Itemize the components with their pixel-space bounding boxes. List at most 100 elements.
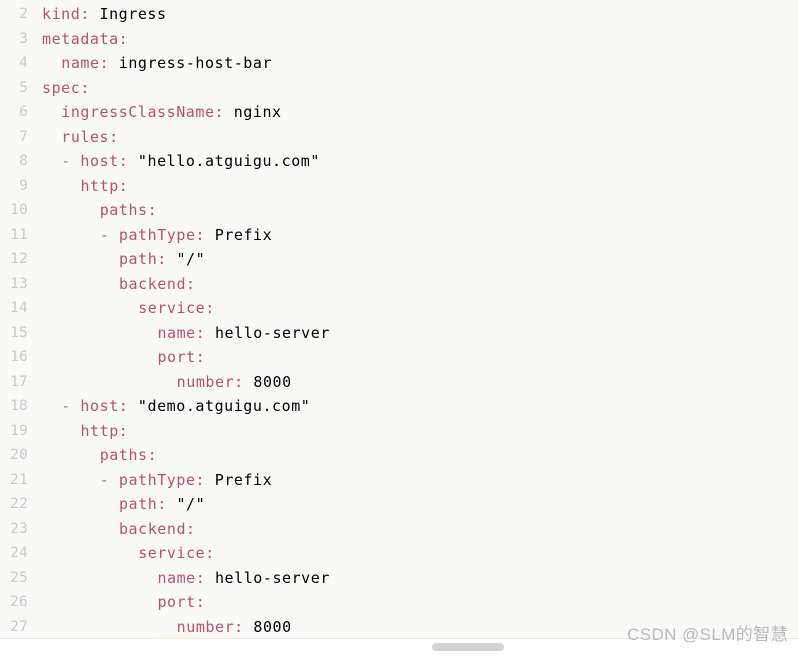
code-line[interactable]: 12 path: "/" — [0, 247, 798, 272]
token-key: name — [61, 54, 100, 72]
code-editor[interactable]: 2 kind: Ingress 3 metadata: 4 name: ingress-h… — [0, 0, 798, 638]
code-line-text: name: hello-server — [157, 566, 330, 591]
token-key: port — [157, 348, 196, 366]
token-key: pathType — [118, 225, 196, 244]
code-line-text: path: "/" — [119, 492, 205, 517]
line-number: 10 — [10, 202, 28, 218]
horizontal-scrollbar-thumb[interactable] — [432, 643, 504, 651]
token-dash: - — [99, 470, 119, 489]
line-number: 18 — [10, 398, 28, 414]
code-line[interactable]: 5 spec: — [0, 76, 798, 101]
code-line[interactable]: 22 path: "/" — [0, 492, 798, 517]
token-value: hello-server — [214, 323, 330, 342]
token-punct: : — [157, 495, 167, 513]
code-line[interactable]: 18 - host: "demo.atguigu.com" — [0, 394, 798, 419]
token-value: Prefix — [214, 470, 273, 489]
token-key: metadata — [42, 29, 119, 48]
code-line[interactable]: 8 - host: "hello.atguigu.com" — [0, 149, 798, 174]
token-punct: : — [147, 201, 158, 219]
token-key: paths — [99, 201, 148, 219]
token-dash: - — [61, 397, 81, 415]
code-line[interactable]: 2 kind: Ingress — [0, 2, 798, 27]
code-line[interactable]: 4 name: ingress-host-bar — [0, 51, 798, 76]
code-line-text: - host: "hello.atguigu.com" — [61, 149, 320, 174]
token-punct: : — [195, 323, 206, 342]
line-number: 5 — [19, 79, 28, 96]
code-line[interactable]: 7 rules: — [0, 125, 798, 150]
token-number: 8000 — [253, 372, 292, 391]
token-value: hello-server — [214, 568, 330, 587]
code-line[interactable]: 6 ingressClassName: nginx — [0, 100, 798, 125]
token-value: nginx — [233, 103, 282, 121]
code-line-text: backend: — [119, 517, 196, 542]
token-punct: : — [118, 29, 129, 48]
code-line-text: service: — [138, 541, 215, 566]
token-key: backend — [118, 519, 187, 538]
code-line-text: http: — [80, 419, 128, 444]
code-line[interactable]: 16 port: — [0, 345, 798, 370]
code-line-text: paths: — [100, 198, 158, 223]
line-number: 19 — [10, 422, 28, 439]
token-string: "hello.atguigu.com" — [137, 152, 320, 170]
token-string: "/" — [176, 250, 206, 268]
token-key: ingressClassName — [61, 103, 215, 121]
screenshot-root: 2 kind: Ingress 3 metadata: 4 name: ingress-h… — [0, 0, 798, 656]
line-number: 15 — [10, 324, 28, 341]
token-punct: : — [118, 176, 129, 195]
token-value: ingress-host-bar — [118, 54, 273, 72]
code-line[interactable]: 23 backend: — [0, 517, 798, 542]
code-line[interactable]: 13 backend: — [0, 272, 798, 297]
token-key: number — [176, 372, 235, 391]
code-line[interactable]: 11 - pathType: Prefix — [0, 223, 798, 248]
token-punct: : — [118, 397, 129, 415]
code-line[interactable]: 25 name: hello-server — [0, 566, 798, 591]
code-line-text: metadata: — [42, 27, 128, 52]
token-punct: : — [195, 470, 206, 489]
token-key: backend — [118, 274, 187, 293]
code-line-text: number: 8000 — [177, 615, 292, 639]
token-key: spec — [42, 78, 81, 97]
csdn-watermark: CSDN @SLM的智慧 — [627, 625, 788, 644]
code-line[interactable]: 24 service: — [0, 541, 798, 566]
code-line-text: kind: Ingress — [42, 2, 167, 27]
token-dash: - — [99, 225, 119, 244]
token-key: host — [80, 397, 119, 415]
token-key: path — [118, 495, 158, 513]
token-punct: : — [195, 568, 206, 587]
code-line[interactable]: 3 metadata: — [0, 27, 798, 52]
code-line[interactable]: 26 port: — [0, 590, 798, 615]
code-line[interactable]: 10 paths: — [0, 198, 798, 223]
code-line[interactable]: 9 http: — [0, 174, 798, 199]
code-line[interactable]: 17 number: 8000 — [0, 370, 798, 395]
token-key: http — [80, 421, 119, 440]
line-number: 17 — [10, 373, 28, 390]
code-line-text: port: — [157, 590, 205, 615]
line-number: 8 — [19, 153, 28, 169]
code-line-text: rules: — [61, 125, 119, 150]
token-punct: : — [186, 274, 196, 293]
line-number: 2 — [19, 6, 28, 22]
token-punct: : — [118, 421, 129, 440]
code-line-text: ingressClassName: nginx — [61, 100, 281, 125]
code-line[interactable]: 19 http: — [0, 419, 798, 444]
code-line[interactable]: 14 service: — [0, 296, 798, 321]
token-key: name — [157, 568, 196, 587]
token-key: path — [118, 250, 158, 268]
line-number: 22 — [10, 496, 28, 512]
token-key: host — [80, 152, 119, 170]
code-line[interactable]: 21 - pathType: Prefix — [0, 468, 798, 493]
line-number: 24 — [10, 545, 28, 561]
code-line[interactable]: 20 paths: — [0, 443, 798, 468]
line-number: 11 — [10, 226, 28, 243]
token-punct: : — [147, 446, 158, 464]
code-line-text: - pathType: Prefix — [100, 223, 273, 248]
code-line-text: number: 8000 — [177, 370, 292, 395]
line-number: 26 — [10, 594, 28, 610]
line-number: 20 — [10, 447, 28, 463]
token-punct: : — [157, 250, 167, 268]
token-punct: : — [80, 78, 90, 97]
line-number: 27 — [10, 618, 28, 635]
code-line[interactable]: 15 name: hello-server — [0, 321, 798, 346]
